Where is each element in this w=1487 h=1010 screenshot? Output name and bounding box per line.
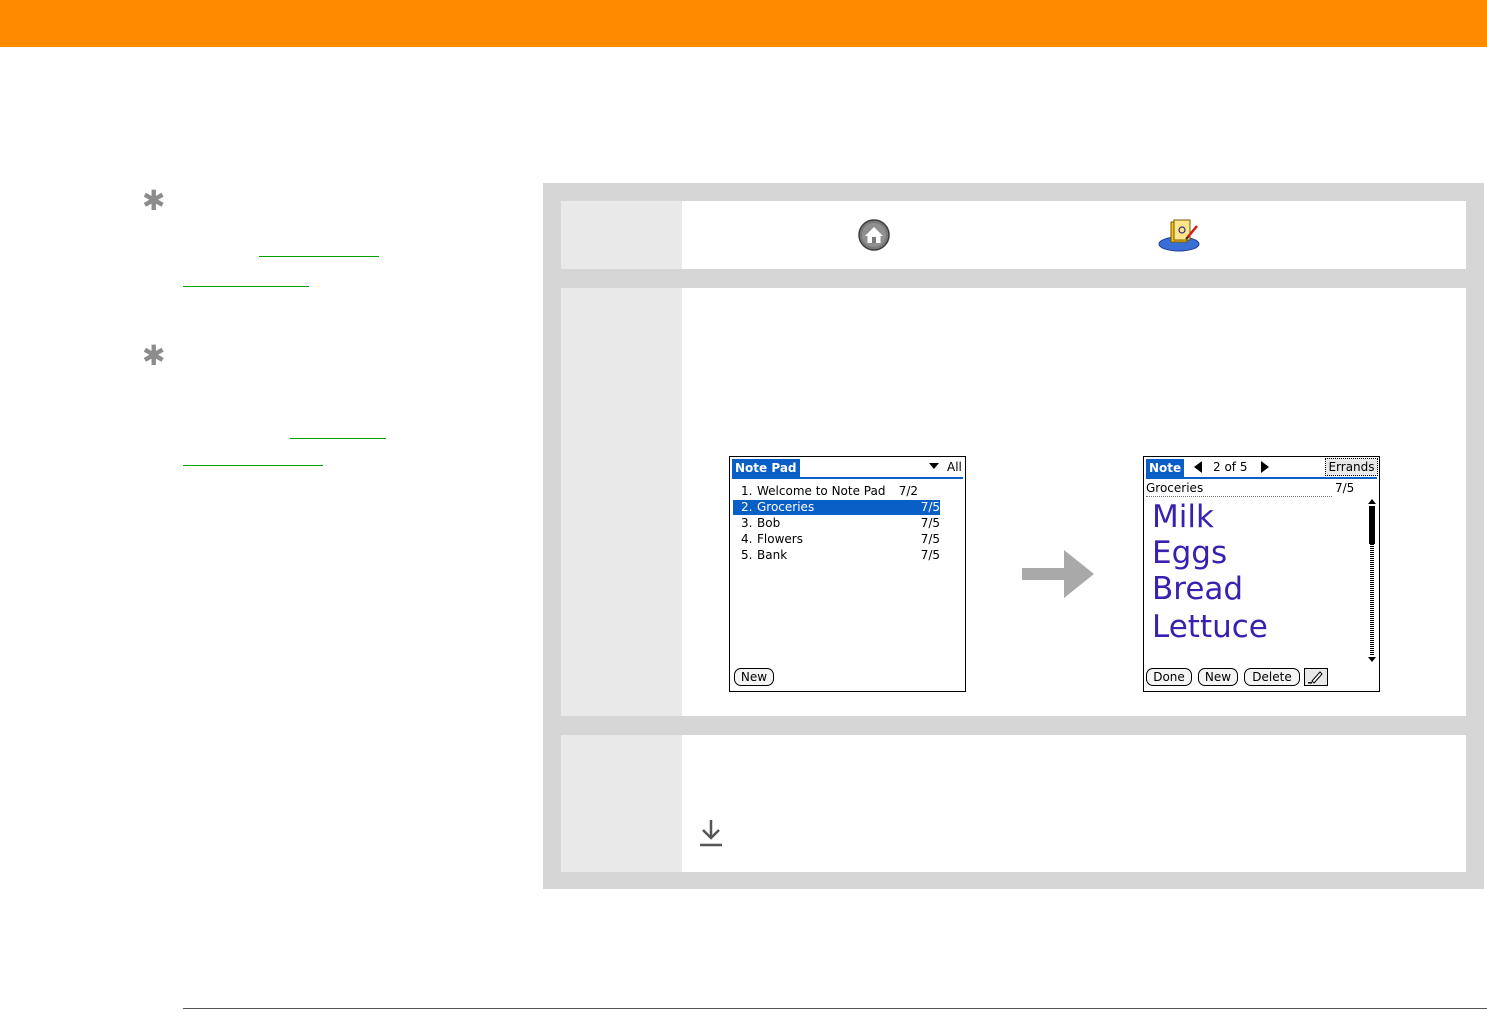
note-detail-screen: Note 2 of 5 Errands Groceries 7/5 Milk E… xyxy=(1143,456,1380,692)
note-list-item[interactable]: 1. Welcome to Note Pad 7/2 xyxy=(733,484,940,499)
note-pad-app-icon xyxy=(1158,219,1200,252)
note-list-item-selected[interactable]: 2. Groceries 7/5 xyxy=(733,500,940,515)
note-title: Groceries xyxy=(1146,481,1332,497)
delete-button[interactable]: Delete xyxy=(1244,668,1300,686)
done-button[interactable]: Done xyxy=(1146,668,1192,686)
step-number-1 xyxy=(561,201,682,269)
screen-title: Note Pad xyxy=(732,459,800,477)
download-arrow-icon xyxy=(700,820,722,847)
step-number-3 xyxy=(561,735,682,872)
next-note-icon[interactable] xyxy=(1261,461,1269,473)
title-rule xyxy=(1146,477,1377,479)
scroll-down-icon[interactable] xyxy=(1368,657,1376,662)
step-number-2 xyxy=(561,288,682,716)
tip-link-2b[interactable] xyxy=(183,461,323,466)
asterisk-icon: ✱ xyxy=(142,184,166,217)
category-selector[interactable]: Errands xyxy=(1325,458,1378,476)
note-list-item[interactable]: 5. Bank 7/5 xyxy=(733,548,940,563)
asterisk-icon: ✱ xyxy=(142,339,166,372)
screen-title: Note xyxy=(1146,459,1185,477)
new-note-button[interactable]: New xyxy=(734,668,774,686)
ink-line: Bread xyxy=(1152,571,1244,607)
right-arrow-icon xyxy=(1022,550,1094,598)
previous-note-icon[interactable] xyxy=(1194,461,1202,473)
note-list-item[interactable]: 4. Flowers 7/5 xyxy=(733,532,940,547)
step-body-1 xyxy=(682,201,1466,269)
step-body-3 xyxy=(682,735,1466,872)
dropdown-triangle-icon[interactable] xyxy=(929,463,939,469)
home-icon xyxy=(858,219,890,251)
scroll-up-icon[interactable] xyxy=(1368,499,1376,504)
tip-link-1a[interactable] xyxy=(259,252,379,257)
scrollbar-thumb[interactable] xyxy=(1369,506,1375,544)
ink-line: Milk xyxy=(1152,499,1214,535)
tip-link-2a[interactable] xyxy=(290,434,386,439)
tip-link-1b[interactable] xyxy=(183,282,309,287)
note-date: 7/5 xyxy=(1335,481,1355,495)
pen-options-button[interactable] xyxy=(1304,668,1328,686)
pen-icon xyxy=(1308,671,1323,684)
ink-line: Eggs xyxy=(1152,535,1228,571)
note-list-item[interactable]: 3. Bob 7/5 xyxy=(733,516,940,531)
header-bar xyxy=(0,0,1487,47)
note-position: 2 of 5 xyxy=(1213,460,1248,474)
category-selector[interactable]: All xyxy=(947,459,962,475)
note-pad-list-screen: Note Pad All 1. Welcome to Note Pad 7/2 … xyxy=(729,456,966,692)
new-note-button[interactable]: New xyxy=(1198,668,1238,686)
footer-rule xyxy=(183,1008,1487,1009)
ink-line: Lettuce xyxy=(1152,609,1268,645)
title-rule xyxy=(732,477,963,479)
